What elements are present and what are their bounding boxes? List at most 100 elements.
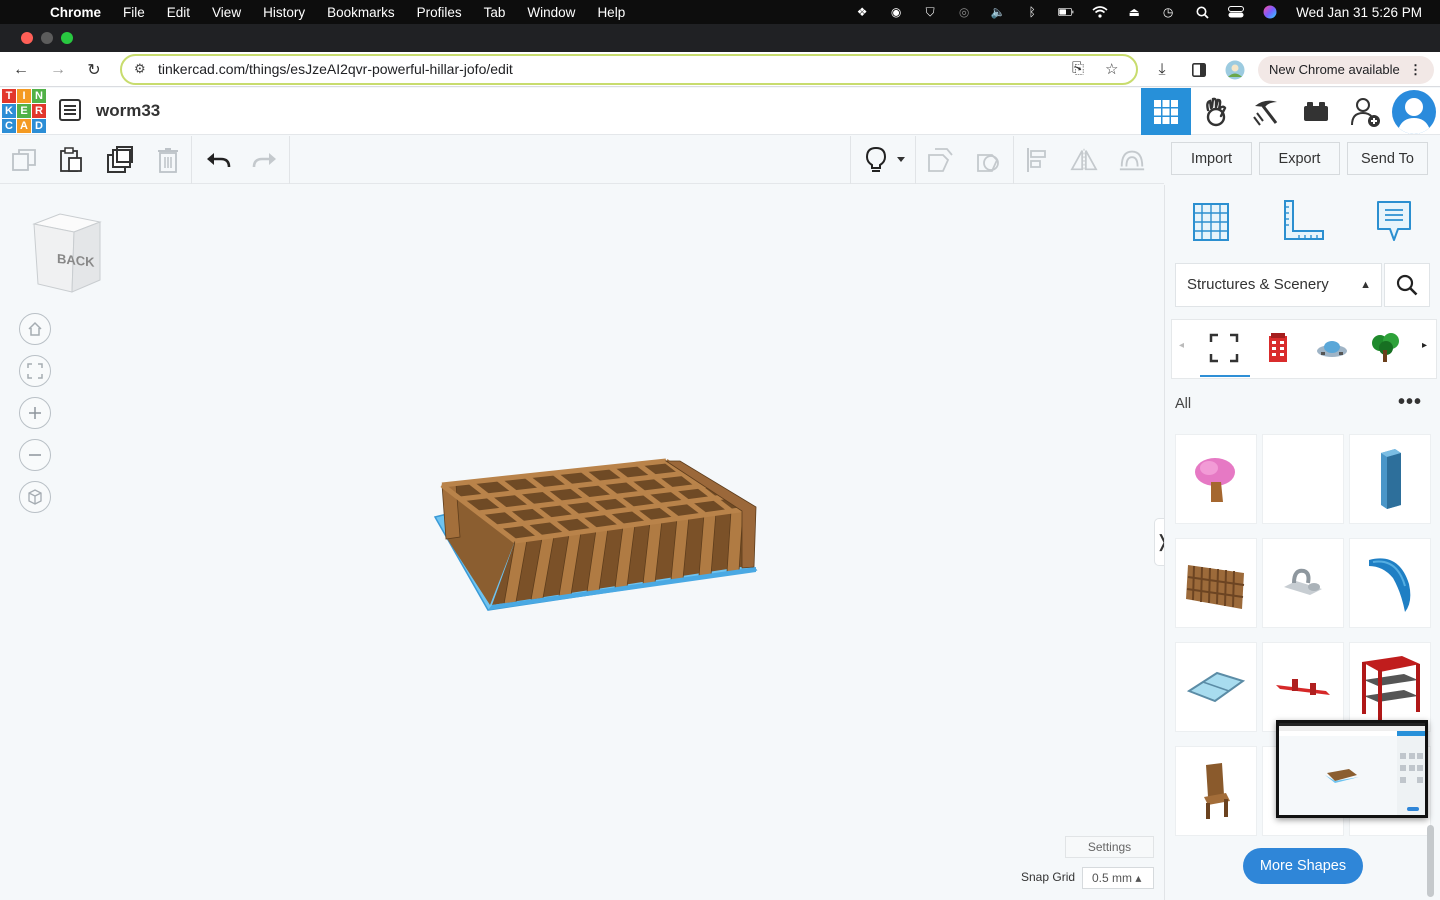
lightbulb-dropdown-icon[interactable] (890, 146, 912, 174)
menu-file[interactable]: File (123, 5, 145, 20)
export-button[interactable]: Export (1259, 142, 1340, 175)
sim-lab-view-button[interactable] (1241, 88, 1291, 135)
control-center-icon[interactable] (1228, 5, 1245, 19)
volume-icon[interactable]: 🔈 (990, 5, 1006, 19)
menubar-clock[interactable]: Wed Jan 31 5:26 PM (1296, 5, 1422, 20)
import-button[interactable]: Import (1171, 142, 1252, 175)
send-to-button[interactable]: Send To (1347, 142, 1428, 175)
ruler-tool-button[interactable] (1279, 197, 1327, 245)
3d-design-view-button[interactable] (1141, 88, 1191, 135)
shape-tile-glass-panel[interactable] (1175, 642, 1257, 732)
shape-tile-blue-horn[interactable] (1349, 538, 1431, 628)
fit-view-button[interactable] (19, 355, 51, 387)
more-shapes-button[interactable]: More Shapes (1243, 848, 1363, 884)
menu-help[interactable]: Help (597, 5, 625, 20)
wifi-icon[interactable] (1092, 5, 1108, 19)
workplane-tool-button[interactable] (1187, 197, 1235, 245)
shield-icon[interactable]: ⛉ (922, 5, 938, 19)
siri-icon[interactable] (1262, 5, 1278, 19)
snap-grid-select[interactable]: 0.5 mm ▴ (1082, 867, 1154, 889)
copy-icon[interactable] (10, 146, 38, 174)
bricks-view-button[interactable] (1291, 88, 1341, 135)
battery-icon[interactable] (1058, 5, 1074, 19)
close-window-button[interactable] (21, 32, 33, 44)
download-icon[interactable]: ⤓ (1150, 58, 1174, 82)
new-chrome-available-chip[interactable]: New Chrome available ⋮ (1258, 56, 1434, 84)
forward-arrow-icon[interactable]: → (46, 58, 70, 82)
redo-icon[interactable] (251, 146, 279, 174)
lightbulb-icon[interactable] (862, 146, 890, 174)
search-shapes-button[interactable] (1384, 263, 1430, 307)
shape-category-select[interactable]: Structures & Scenery ▲ (1175, 263, 1382, 307)
align-icon[interactable] (1024, 146, 1052, 174)
shapes-scrollbar[interactable] (1427, 825, 1434, 897)
user-avatar[interactable] (1392, 90, 1436, 134)
site-info-icon[interactable]: ⚙ (134, 61, 146, 77)
shape-tile-faucet[interactable] (1262, 538, 1344, 628)
shape-tile-pink-tree[interactable] (1175, 434, 1257, 524)
view-cube[interactable]: BACK (30, 212, 106, 301)
profile-avatar-icon[interactable] (1223, 58, 1247, 82)
shape-tile-wooden-fence[interactable] (1175, 538, 1257, 628)
group-icon[interactable] (926, 146, 954, 174)
menu-bookmarks[interactable]: Bookmarks (327, 5, 395, 20)
perspective-toggle-button[interactable] (19, 481, 51, 513)
side-panel-icon[interactable] (1187, 58, 1211, 82)
carousel-item-all[interactable] (1201, 328, 1247, 368)
bluetooth-icon[interactable]: ᛒ (1024, 5, 1040, 19)
airdrop-icon[interactable]: ◎ (956, 5, 972, 19)
menu-profiles[interactable]: Profiles (417, 5, 462, 20)
mirror-icon[interactable] (1070, 146, 1098, 174)
carousel-prev-icon[interactable]: ◂ (1179, 340, 1184, 351)
more-options-icon[interactable]: ••• (1398, 391, 1422, 414)
screenshot-thumbnail[interactable] (1276, 720, 1428, 818)
invite-collaborator-button[interactable] (1341, 88, 1391, 135)
blocks-view-button[interactable] (1191, 88, 1241, 135)
minimize-window-button[interactable] (41, 32, 53, 44)
paste-icon[interactable] (57, 146, 85, 174)
carousel-next-icon[interactable]: ▸ (1422, 340, 1427, 351)
bookmark-star-icon[interactable]: ☆ (1105, 60, 1118, 78)
shape-tile-red-shelf[interactable] (1349, 642, 1431, 732)
ungroup-icon[interactable] (975, 146, 1003, 174)
menu-edit[interactable]: Edit (167, 5, 190, 20)
zoom-out-button[interactable] (19, 439, 51, 471)
spotlight-search-icon[interactable] (1194, 5, 1210, 19)
delete-icon[interactable] (154, 146, 182, 174)
tinkercad-logo[interactable]: T I N K E R C A D (2, 89, 46, 133)
menu-tab[interactable]: Tab (484, 5, 506, 20)
dropbox-icon[interactable]: ❖ (854, 5, 870, 19)
menu-view[interactable]: View (212, 5, 241, 20)
menu-app-name[interactable]: Chrome (50, 5, 101, 20)
install-app-icon[interactable]: ⎘ (1072, 60, 1084, 77)
grammarly-icon[interactable]: ◉ (888, 5, 904, 19)
time-machine-icon[interactable]: ◷ (1160, 5, 1176, 19)
reload-icon[interactable]: ↻ (82, 58, 106, 82)
carousel-item-vehicles[interactable] (1309, 328, 1355, 368)
eject-icon[interactable]: ⏏ (1126, 5, 1142, 19)
menu-history[interactable]: History (263, 5, 305, 20)
url-text[interactable]: tinkercad.com/things/esJzeAI2qvr-powerfu… (158, 61, 513, 77)
cruise-icon[interactable] (1118, 146, 1146, 174)
address-bar[interactable]: ⚙ tinkercad.com/things/esJzeAI2qvr-power… (120, 54, 1138, 85)
carousel-item-buildings[interactable] (1255, 328, 1301, 368)
shape-tile-red-bar[interactable] (1262, 642, 1344, 732)
maximize-window-button[interactable] (61, 32, 73, 44)
chrome-menu-icon[interactable]: ⋮ (1409, 56, 1422, 84)
menu-window[interactable]: Window (527, 5, 575, 20)
shape-tile-empty[interactable] (1262, 434, 1344, 524)
shape-tile-chair[interactable] (1175, 746, 1257, 836)
duplicate-icon[interactable] (106, 146, 134, 174)
design-name[interactable]: worm33 (96, 101, 160, 121)
notes-tool-button[interactable] (1370, 197, 1418, 245)
3d-workplane[interactable]: BACK Settings Snap Grid 0.5 mm ▴ ❭ (0, 185, 1170, 900)
shape-tile-blue-tower[interactable] (1349, 434, 1431, 524)
worm-grid-model[interactable] (430, 455, 765, 615)
undo-icon[interactable] (204, 146, 232, 174)
home-view-button[interactable] (19, 313, 51, 345)
back-arrow-icon[interactable]: ← (9, 58, 33, 82)
carousel-item-nature[interactable] (1363, 328, 1409, 368)
settings-button[interactable]: Settings (1065, 836, 1154, 858)
zoom-in-button[interactable] (19, 397, 51, 429)
design-list-icon[interactable] (59, 99, 81, 121)
